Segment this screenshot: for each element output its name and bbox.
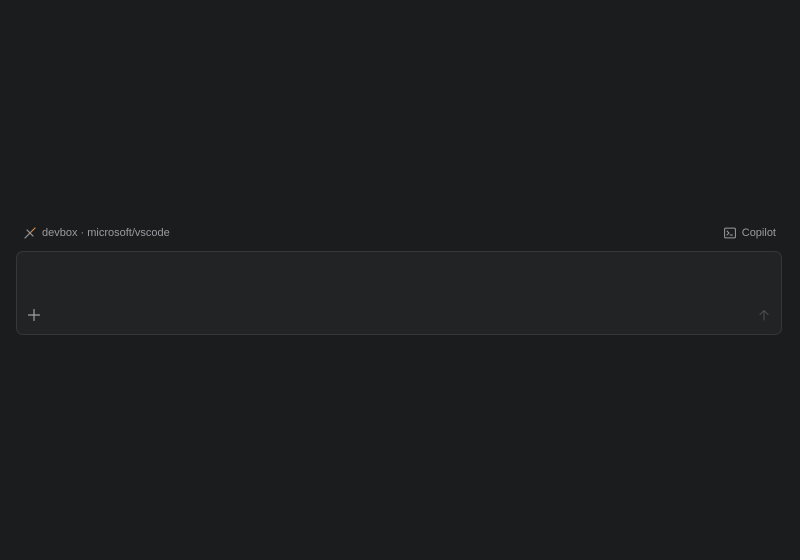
app-window: devbox · microsoft/vscode Copilot	[0, 0, 800, 560]
composer-header: devbox · microsoft/vscode Copilot	[24, 224, 776, 242]
remote-label: devbox · microsoft/vscode	[42, 227, 170, 239]
remote-connection-icon	[24, 227, 36, 239]
agent-selector[interactable]: Copilot	[723, 227, 776, 239]
terminal-icon	[723, 227, 736, 239]
remote-indicator[interactable]: devbox · microsoft/vscode	[24, 227, 170, 239]
arrow-up-icon	[758, 308, 770, 326]
add-context-button[interactable]	[25, 308, 43, 326]
chat-composer	[16, 251, 782, 335]
agent-label: Copilot	[741, 227, 776, 239]
send-button[interactable]	[755, 308, 773, 326]
plus-icon	[27, 308, 41, 326]
chat-input[interactable]	[29, 262, 769, 306]
